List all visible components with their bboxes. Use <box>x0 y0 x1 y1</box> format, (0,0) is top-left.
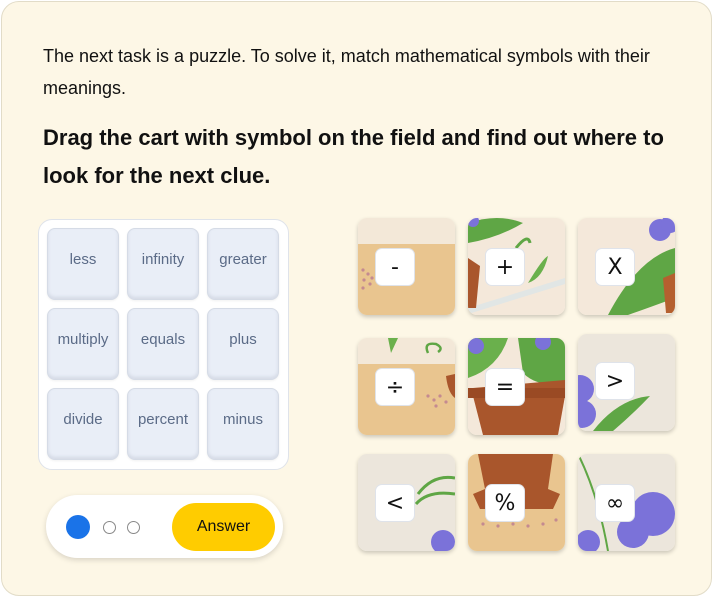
word-cell[interactable]: infinity <box>127 228 199 300</box>
symbol-tile: ÷ <box>358 338 455 435</box>
symbol-card[interactable]: % <box>485 484 525 522</box>
symbol-tile: < <box>358 454 455 551</box>
word-cell[interactable]: equals <box>127 308 199 380</box>
symbol-card[interactable]: > <box>595 362 635 400</box>
symbol-tile: > <box>578 334 675 431</box>
word-field: less infinity greater multiply equals pl… <box>38 219 289 470</box>
symbol-card[interactable]: X <box>595 248 635 286</box>
word-cell[interactable]: divide <box>47 388 119 460</box>
symbol-card[interactable]: < <box>375 484 415 522</box>
symbol-tile: = <box>468 338 565 435</box>
word-cell[interactable]: greater <box>207 228 279 300</box>
progress-dot <box>103 521 116 534</box>
progress-dot <box>127 521 140 534</box>
word-cell[interactable]: plus <box>207 308 279 380</box>
symbol-tile: X <box>578 218 675 315</box>
answer-button[interactable]: Answer <box>172 503 275 551</box>
symbol-card[interactable]: + <box>485 248 525 286</box>
word-cell[interactable]: percent <box>127 388 199 460</box>
progress-dot-active <box>66 515 90 539</box>
symbol-card[interactable]: ∞ <box>595 484 635 522</box>
puzzle-card: The next task is a puzzle. To solve it, … <box>1 1 712 596</box>
symbol-card[interactable]: = <box>485 368 525 406</box>
task-heading: Drag the cart with symbol on the field a… <box>43 125 664 188</box>
symbol-card[interactable]: - <box>375 248 415 286</box>
symbol-tile: ∞ <box>578 454 675 551</box>
word-cell[interactable]: less <box>47 228 119 300</box>
intro-text: The next task is a puzzle. To solve it, … <box>43 46 650 98</box>
symbol-tile: - <box>358 218 455 315</box>
symbol-card[interactable]: ÷ <box>375 368 415 406</box>
word-cell[interactable]: minus <box>207 388 279 460</box>
word-cell[interactable]: multiply <box>47 308 119 380</box>
symbol-tile: + <box>468 218 565 315</box>
answer-controls: Answer <box>46 495 283 558</box>
symbol-tile: % <box>468 454 565 551</box>
